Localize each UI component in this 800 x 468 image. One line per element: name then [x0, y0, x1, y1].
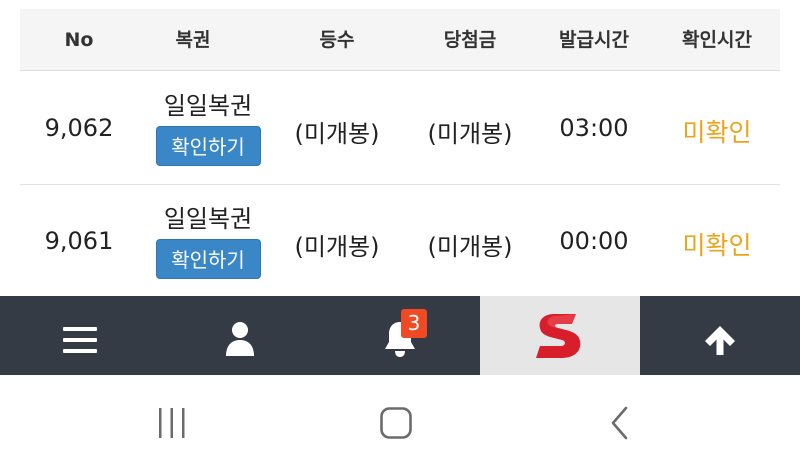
column-header-no: No: [64, 29, 94, 51]
game-cell: 일일복권 확인하기: [138, 92, 278, 166]
game-name: 일일복권: [163, 205, 253, 233]
user-icon: [226, 322, 254, 356]
check-button[interactable]: 확인하기: [155, 126, 261, 166]
column-header-issue-time: 발급시간: [559, 29, 629, 51]
nav-notifications-button[interactable]: [320, 296, 480, 375]
nav-scroll-top-button[interactable]: [640, 296, 800, 375]
brand-logo-s-icon: [536, 314, 581, 358]
table-row: 9,061 일일복권 확인하기 (미개봉) (미개봉) 00:00 미확인: [20, 185, 780, 298]
nav-menu-button[interactable]: [0, 296, 160, 375]
column-header-game: 복권: [175, 29, 211, 51]
table-row: 9,062 일일복권 확인하기 (미개봉) (미개봉) 03:00 미확인: [20, 72, 780, 185]
issue-time-value: 03:00: [559, 114, 629, 142]
row-number: 9,061: [44, 227, 114, 255]
column-header-check-time: 확인시간: [682, 29, 752, 51]
game-cell: 일일복권 확인하기: [138, 205, 278, 279]
prize-value: (미개봉): [427, 233, 513, 261]
check-time-status: 미확인: [682, 118, 752, 147]
notification-count-badge: 3: [401, 309, 427, 338]
rank-value: (미개봉): [294, 233, 380, 261]
recent-apps-icon[interactable]: [155, 406, 189, 440]
menu-icon: [63, 327, 97, 353]
nav-brand-button[interactable]: [480, 296, 640, 375]
check-button[interactable]: 확인하기: [155, 239, 261, 279]
system-navigation-bar: [0, 375, 800, 468]
column-header-rank: 등수: [319, 29, 355, 51]
arrow-up-icon: [705, 326, 735, 355]
rank-value: (미개봉): [294, 120, 380, 148]
back-icon[interactable]: [608, 405, 632, 441]
nav-user-button[interactable]: [160, 296, 320, 375]
lottery-history-table: No 복권 등수 당첨금 발급시간 확인시간 9,062 일일복권 확인하기 (…: [0, 0, 800, 298]
game-name: 일일복권: [163, 92, 253, 120]
row-number: 9,062: [44, 114, 114, 142]
check-time-status: 미확인: [682, 231, 752, 260]
prize-value: (미개봉): [427, 120, 513, 148]
home-icon[interactable]: [379, 406, 413, 440]
issue-time-value: 00:00: [559, 227, 629, 255]
table-header: No 복권 등수 당첨금 발급시간 확인시간: [20, 9, 780, 71]
bottom-navigation-bar: [0, 296, 800, 375]
column-header-prize: 당첨금: [443, 29, 497, 51]
